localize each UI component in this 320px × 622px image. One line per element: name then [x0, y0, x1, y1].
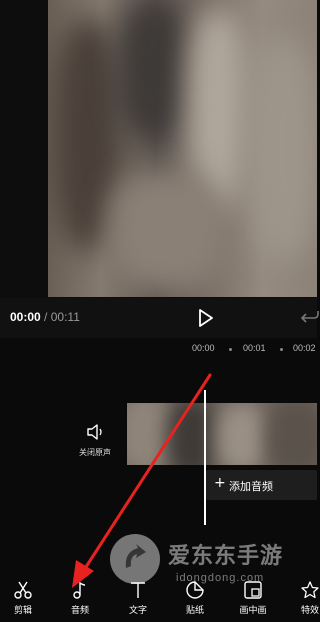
sticker-icon [186, 581, 204, 599]
toolbar-item-effects[interactable]: 特效 [287, 572, 320, 622]
bottom-toolbar: 剪辑 音频 文字 贴纸 画中画 特效 [0, 572, 320, 622]
toolbar-label: 剪辑 [13, 606, 32, 616]
toolbar-label: 特效 [300, 606, 319, 616]
toolbar-label: 文字 [128, 606, 147, 616]
timeline-area: 关闭原声 + 添加音频 [0, 360, 317, 545]
playhead[interactable] [204, 390, 206, 525]
total-time: 00:11 [50, 310, 80, 324]
toolbar-item-edit[interactable]: 剪辑 [0, 572, 46, 622]
scissors-icon [14, 581, 32, 599]
video-track-clip[interactable] [127, 403, 317, 465]
toolbar-label: 贴纸 [185, 606, 204, 616]
time-display: 00:00 / 00:11 [10, 310, 80, 324]
add-audio-button[interactable]: + 添加音频 [206, 470, 317, 500]
mute-original-sound-label: 关闭原声 [79, 448, 111, 457]
blurred-region [108, 170, 228, 290]
toolbar-item-sticker[interactable]: 贴纸 [172, 572, 218, 622]
mute-original-sound-button[interactable]: 关闭原声 [70, 420, 120, 460]
toolbar-label: 画中画 [239, 606, 267, 616]
playback-controls: 00:00 / 00:11 [0, 298, 320, 338]
plus-icon: + [214, 475, 226, 491]
star-effect-icon [301, 581, 319, 599]
picture-in-picture-icon [244, 581, 262, 599]
toolbar-item-audio[interactable]: 音频 [57, 572, 103, 622]
ruler-tick: 00:01 [243, 343, 266, 353]
time-separator: / [44, 310, 48, 324]
add-audio-label: 添加音频 [229, 480, 273, 493]
toolbar-label: 音频 [70, 606, 89, 616]
blurred-region [248, 40, 317, 260]
ruler-dot [280, 348, 283, 351]
play-icon [199, 309, 213, 327]
blurred-region [267, 403, 317, 465]
ruler-dot [229, 348, 232, 351]
text-icon [131, 582, 145, 598]
time-ruler: 00:00 00:01 00:02 [0, 338, 317, 360]
speaker-icon [87, 424, 102, 440]
blurred-region [167, 403, 217, 465]
blurred-region [217, 403, 267, 465]
video-frame[interactable] [48, 0, 317, 297]
video-preview-area [0, 0, 317, 298]
ruler-tick: 00:00 [192, 343, 215, 353]
toolbar-item-text[interactable]: 文字 [115, 572, 161, 622]
play-button[interactable] [196, 307, 216, 329]
blurred-region [118, 0, 188, 140]
ruler-tick: 00:02 [293, 343, 316, 353]
current-time: 00:00 [10, 310, 41, 324]
toolbar-item-picture-in-picture[interactable]: 画中画 [230, 572, 276, 622]
watermark-title: 爱东东手游 [168, 544, 284, 569]
music-note-icon [73, 581, 86, 599]
undo-button[interactable] [300, 308, 320, 328]
undo-icon [300, 311, 319, 323]
